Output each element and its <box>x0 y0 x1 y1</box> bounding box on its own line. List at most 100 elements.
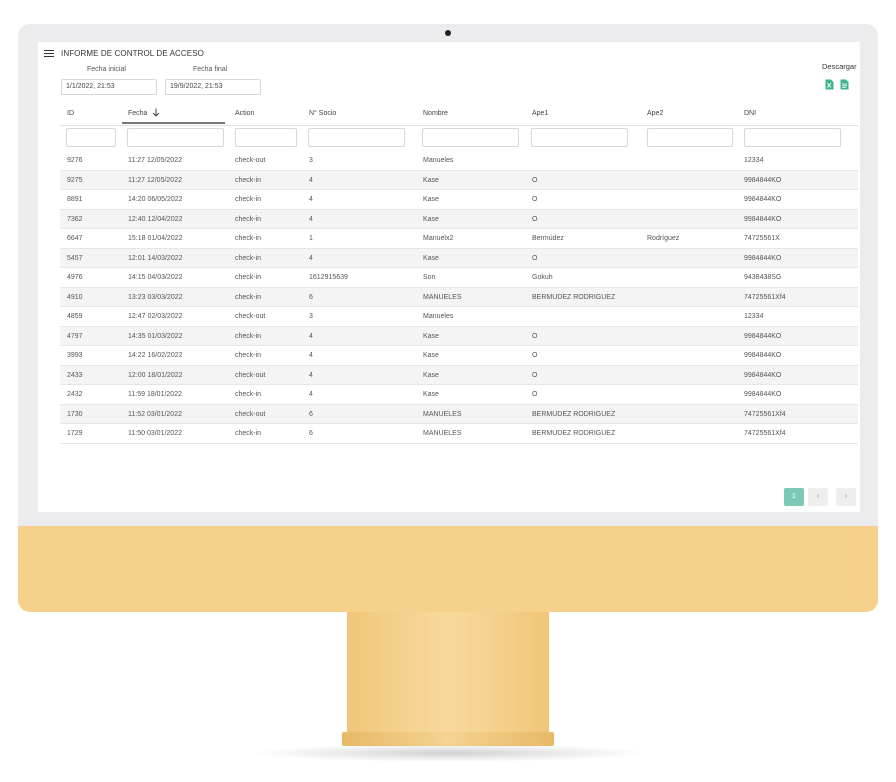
table-row[interactable]: 1730 11:52 03/01/2022 check-out 6 MANUELES BE… <box>60 404 858 424</box>
monitor-chin <box>18 526 878 612</box>
cell-socio: 1 <box>309 235 313 242</box>
cell-ape1: BERMUDEZ RODRIGUEZ <box>532 430 616 437</box>
table-row[interactable]: 4859 12:47 02/03/2022 check-out 3 Manueles 12… <box>60 307 858 327</box>
cell-dni: 74725561Xf4 <box>744 410 786 418</box>
cell-id: 4797 <box>67 332 83 340</box>
table-row[interactable]: 9276 11:27 12/05/2022 check-out 3 Manueles 12… <box>60 151 858 171</box>
cell-fecha: 15:18 01/04/2022 <box>128 235 183 242</box>
cell-id: 8891 <box>67 196 83 203</box>
cell-dni: 9984844KO <box>744 352 782 359</box>
table-row[interactable]: 4976 14:15 04/03/2022 check-in 1612915639 So… <box>60 268 858 288</box>
cell-fecha: 13:23 03/03/2022 <box>128 293 183 301</box>
filter-nombre-input[interactable] <box>422 128 519 147</box>
filter-ape1-input[interactable] <box>531 128 628 147</box>
table-row[interactable]: 4910 13:23 03/03/2022 check-in 6 MANUELES BER… <box>60 287 858 307</box>
cell-fecha: 11:27 12/05/2022 <box>128 176 182 184</box>
col-header-action[interactable]: Action <box>235 110 254 117</box>
cell-ape1: Bermúdez <box>532 235 564 242</box>
cell-dni: 9984844KO <box>744 196 782 203</box>
cell-id: 6647 <box>67 235 83 242</box>
col-header-ape1[interactable]: Ape1 <box>532 110 548 117</box>
cell-dni: 9984844KO <box>744 371 782 379</box>
cell-nombre: Kase <box>423 254 439 262</box>
cell-id: 1730 <box>67 410 83 418</box>
end-date-input[interactable]: 19/9/2022, 21:53 <box>165 79 261 95</box>
table-row[interactable]: 7362 12:40 12/04/2022 check-in 4 Kase O 998484… <box>60 209 858 229</box>
cell-ape1: O <box>532 332 538 340</box>
cell-ape1: O <box>532 196 538 203</box>
page-1-button[interactable]: 1 <box>784 488 804 506</box>
col-header-id[interactable]: ID <box>67 110 74 117</box>
prev-page-button[interactable]: ‹ <box>808 488 828 506</box>
excel-file-icon[interactable] <box>825 79 834 90</box>
filter-id-input[interactable] <box>66 128 116 147</box>
col-header-fecha[interactable]: Fecha <box>128 110 147 117</box>
cell-action: check-out <box>235 157 266 164</box>
cell-nombre: Manueles <box>423 157 454 164</box>
cell-ape1: O <box>532 176 538 184</box>
table-row[interactable]: 4797 14:35 01/03/2022 check-in 4 Kase O 998484… <box>60 326 858 346</box>
table-row[interactable]: 8891 14:20 06/05/2022 check-in 4 Kase O 998484… <box>60 190 858 210</box>
cell-dni: 9984844KO <box>744 254 782 262</box>
start-date-input[interactable]: 1/1/2022, 21:53 <box>61 79 157 95</box>
cell-fecha: 14:20 06/05/2022 <box>128 196 183 203</box>
table-row[interactable]: 6647 15:18 01/04/2022 check-in 1 Manuelx2 Ber… <box>60 229 858 249</box>
cell-socio: 3 <box>309 313 313 320</box>
cell-socio: 4 <box>309 332 313 340</box>
col-header-nombre[interactable]: Nombre <box>423 110 448 117</box>
cell-dni: 74725561X <box>744 235 780 242</box>
table-row[interactable]: 9275 11:27 12/05/2022 check-in 4 Kase O 998484… <box>60 170 858 190</box>
cell-fecha: 12:40 12/04/2022 <box>128 215 183 223</box>
table-row[interactable]: 5457 12:01 14/03/2022 check-in 4 Kase O 998484… <box>60 248 858 268</box>
filter-socio-input[interactable] <box>308 128 405 147</box>
next-page-button[interactable]: › <box>836 488 856 506</box>
cell-dni: 9438438SG <box>744 274 782 281</box>
cell-nombre: MANUELES <box>423 293 462 301</box>
cell-id: 1729 <box>67 430 83 437</box>
cell-action: check-in <box>235 235 262 242</box>
cell-socio: 4 <box>309 391 313 398</box>
cell-nombre: MANUELES <box>423 410 462 418</box>
filter-dni-input[interactable] <box>744 128 841 147</box>
cell-nombre: Kase <box>423 176 439 184</box>
filter-fecha-input[interactable] <box>127 128 224 147</box>
col-header-socio[interactable]: N° Socio <box>309 110 336 117</box>
cell-action: check-in <box>235 254 262 262</box>
col-header-ape2[interactable]: Ape2 <box>647 110 663 117</box>
filter-ape2-input[interactable] <box>647 128 733 147</box>
cell-socio: 4 <box>309 215 313 223</box>
cell-fecha: 12:00 18/01/2022 <box>128 371 183 379</box>
cell-dni: 74725561Xf4 <box>744 293 786 301</box>
cell-action: check-in <box>235 391 262 398</box>
cell-id: 3993 <box>67 352 83 359</box>
cell-dni: 9984844KO <box>744 332 782 340</box>
table-row[interactable]: 2433 12:00 18/01/2022 check-out 4 Kase O 99848… <box>60 365 858 385</box>
cell-socio: 4 <box>309 352 313 359</box>
cell-nombre: MANUELES <box>423 430 462 437</box>
cell-ape2: Rodríguez <box>647 235 680 242</box>
cell-nombre: Kase <box>423 196 439 203</box>
arrow-down-icon[interactable] <box>152 108 160 117</box>
camera-icon <box>445 30 451 36</box>
cell-dni: 12334 <box>744 157 764 164</box>
cell-fecha: 11:59 18/01/2022 <box>128 391 182 398</box>
table-row[interactable]: 2432 11:59 18/01/2022 check-in 4 Kase O 998484… <box>60 385 858 405</box>
cell-socio: 4 <box>309 196 313 203</box>
cell-socio: 3 <box>309 157 313 164</box>
start-date-label: Fecha inicial <box>87 66 126 73</box>
csv-file-icon[interactable] <box>840 79 849 90</box>
cell-fecha: 14:35 01/03/2022 <box>128 332 183 340</box>
filter-action-input[interactable] <box>235 128 297 147</box>
cell-action: check-in <box>235 332 262 340</box>
table-row[interactable]: 1729 11:50 03/01/2022 check-in 6 MANUELES BER… <box>60 424 858 444</box>
table-row[interactable]: 3993 14:22 16/02/2022 check-in 4 Kase O 998484… <box>60 346 858 366</box>
cell-nombre: Manuelx2 <box>423 235 454 242</box>
hamburger-menu-icon[interactable] <box>44 50 54 57</box>
cell-id: 7362 <box>67 215 83 223</box>
col-header-dni[interactable]: DNI <box>744 110 756 117</box>
stand-shadow <box>250 744 650 762</box>
cell-nombre: Kase <box>423 215 439 223</box>
cell-id: 4976 <box>67 274 83 281</box>
cell-action: check-out <box>235 371 266 379</box>
cell-socio: 6 <box>309 410 313 418</box>
